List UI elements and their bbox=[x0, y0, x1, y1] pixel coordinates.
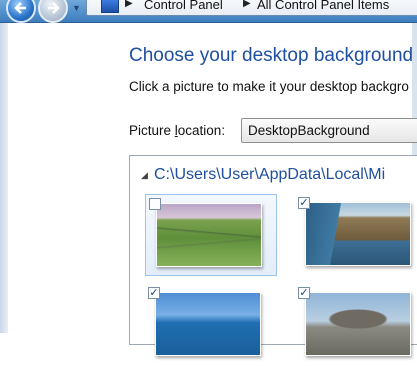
breadcrumb-all-control-panel-items[interactable]: All Control Panel Items bbox=[257, 0, 389, 12]
page-subtitle: Click a picture to make it your desktop … bbox=[129, 79, 409, 94]
picture-checkbox[interactable] bbox=[149, 198, 161, 210]
address-bar[interactable]: ▶ Control Panel ▶ All Control Panel Item… bbox=[86, 0, 417, 16]
picture-checkbox[interactable]: ✓ bbox=[148, 287, 160, 299]
forward-arrow-icon bbox=[48, 2, 60, 14]
group-collapse-arrow-icon[interactable]: ◢ bbox=[141, 170, 148, 181]
breadcrumb-separator-icon[interactable]: ▶ bbox=[125, 0, 133, 9]
picture-list[interactable]: ◢ C:\Users\User\AppData\Local\Mi ✓ ✓ ✓ bbox=[129, 155, 417, 356]
navigation-bar: ▼ ▶ Control Panel ▶ All Control Panel It… bbox=[0, 0, 417, 23]
picture-item[interactable]: ✓ bbox=[295, 194, 417, 276]
picture-thumbnail-blue-coast bbox=[155, 292, 261, 356]
control-panel-icon bbox=[101, 0, 119, 13]
breadcrumb-separator-icon[interactable]: ▶ bbox=[243, 0, 251, 9]
window-left-edge bbox=[0, 23, 8, 333]
group-folder-path[interactable]: C:\Users\User\AppData\Local\Mi bbox=[154, 166, 385, 184]
picture-thumbnail-sea-cliffs bbox=[305, 202, 411, 266]
picture-location-label: Picture location: bbox=[129, 123, 225, 138]
breadcrumb-control-panel[interactable]: Control Panel bbox=[144, 0, 223, 12]
forward-button[interactable] bbox=[38, 0, 68, 23]
picture-thumbnail-stone-dolmen bbox=[305, 292, 411, 356]
picture-thumbnail-green-fields bbox=[156, 203, 262, 267]
back-button[interactable] bbox=[6, 0, 36, 23]
picture-location-select[interactable]: DesktopBackground bbox=[241, 118, 417, 143]
picture-item[interactable]: ✓ bbox=[145, 284, 277, 366]
picture-item[interactable]: ✓ bbox=[295, 284, 417, 366]
picture-location-label-text: Picture location: bbox=[129, 123, 226, 138]
picture-checkbox[interactable]: ✓ bbox=[298, 287, 310, 299]
picture-location-value: DesktopBackground bbox=[248, 123, 370, 138]
picture-checkbox[interactable]: ✓ bbox=[298, 197, 310, 209]
recent-pages-chevron-down-icon[interactable]: ▼ bbox=[72, 3, 81, 13]
page-title: Choose your desktop background bbox=[129, 45, 414, 66]
picture-item[interactable] bbox=[145, 194, 277, 276]
back-arrow-icon bbox=[14, 2, 26, 14]
